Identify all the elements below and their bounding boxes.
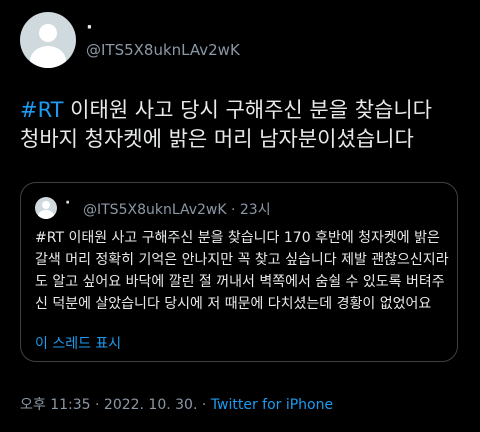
avatar-head-shape [39,24,57,42]
show-thread-link[interactable]: 이 스레드 표시 [35,333,121,353]
quoted-author-name: · [65,195,71,211]
quoted-avatar [35,197,57,219]
tweet-line-2: 청바지 청자켓에 밝은 머리 남자분이셨습니다 [20,127,414,151]
quoted-tweet[interactable]: · @ITS5X8uknLAv2wK · 23시 #RT 이태원 사고 구해주신… [20,182,458,362]
quoted-avatar-head-shape [42,201,50,209]
tweet-meta: 오후 11:35 · 2022. 10. 30. · Twitter for i… [20,394,333,414]
tweet-line-1: 이태원 사고 당시 구해주신 분을 찾습니다 [63,98,432,122]
source-link[interactable]: Twitter for iPhone [211,397,333,413]
quoted-time: · 23시 [226,202,271,218]
avatar-body-shape [30,46,66,68]
tweet-text: #RT 이태원 사고 당시 구해주신 분을 찾습니다 청바지 청자켓에 밝은 머… [20,96,468,154]
quoted-meta: @ITS5X8uknLAv2wK · 23시 [83,199,271,219]
quoted-handle: @ITS5X8uknLAv2wK [83,202,227,218]
avatar[interactable] [20,12,76,68]
quoted-avatar-body-shape [38,210,54,219]
hashtag-link[interactable]: #RT [20,98,64,122]
author-name[interactable]: · [86,18,93,38]
author-handle[interactable]: @ITS5X8uknLAv2wK [86,41,240,59]
timestamp[interactable]: 오후 11:35 · 2022. 10. 30. · [20,397,211,413]
quoted-text: #RT 이태원 사고 구해주신 분을 찾습니다 170 후반에 청자켓에 밝은 … [35,230,449,312]
